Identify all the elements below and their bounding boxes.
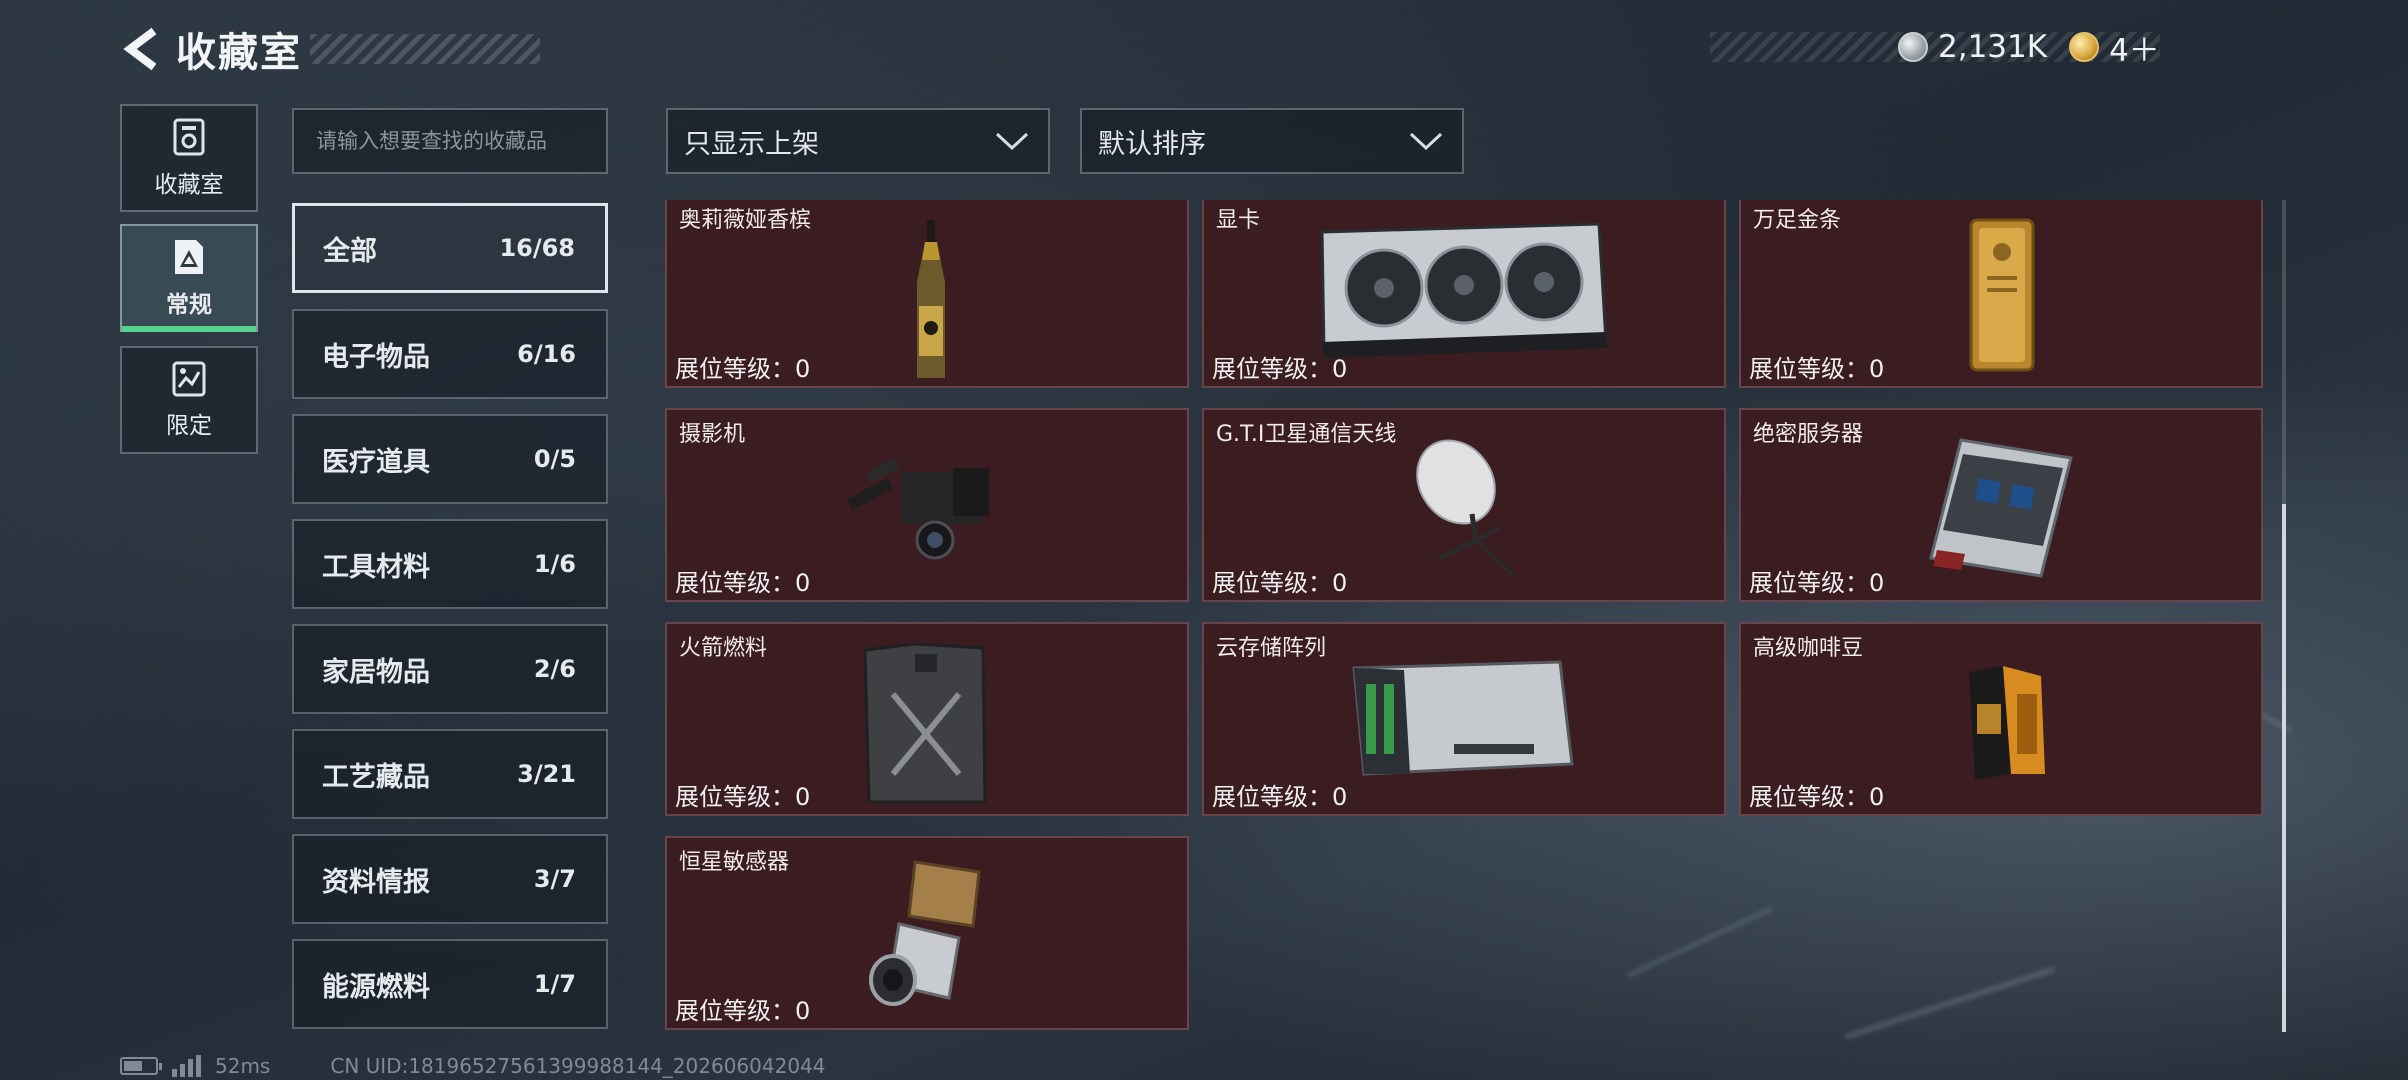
gold-currency-value: 4＋	[2109, 32, 2160, 69]
item-name: 火箭燃料	[679, 636, 768, 661]
battery-icon	[120, 1057, 162, 1075]
item-name: 万足金条	[1753, 208, 1842, 233]
category-name: 医疗道具	[322, 446, 430, 478]
category-count: 0/5	[533, 445, 576, 473]
category-crafts[interactable]: 工艺藏品 3/21	[292, 729, 608, 819]
category-count: 6/16	[517, 340, 576, 368]
category-name: 工具材料	[322, 551, 430, 583]
item-name: 摄影机	[679, 422, 746, 447]
category-count: 1/6	[533, 550, 576, 578]
status-bar: 52ms CN UID:18196527561399988144_2026060…	[120, 1054, 826, 1078]
listed-filter-dropdown[interactable]: 只显示上架	[666, 108, 1050, 174]
collection-card[interactable]: 万足金条 展位等级：0	[1739, 200, 2263, 388]
collection-card[interactable]: 恒星敏感器 展位等级：0	[665, 836, 1189, 1030]
silver-currency[interactable]: 2,131K	[1898, 29, 2047, 65]
item-name: 恒星敏感器	[679, 850, 790, 875]
display-level-label: 展位等级：0	[1212, 783, 1348, 811]
category-name: 电子物品	[322, 341, 430, 373]
page-header: 收藏室	[118, 22, 540, 76]
display-level-label: 展位等级：0	[1749, 569, 1885, 597]
category-name: 家居物品	[322, 656, 430, 688]
currency-bar: 2,131K 4＋	[1709, 25, 2160, 70]
side-tab-label: 限定	[166, 413, 212, 439]
page-title: 收藏室	[176, 30, 302, 76]
collection-grid[interactable]: 奥莉薇娅香槟 展位等级：0 显卡 展位等级：0 万足金条 展位等级：0 摄影机 …	[665, 200, 2265, 1040]
category-tools[interactable]: 工具材料 1/6	[292, 519, 608, 609]
collection-card[interactable]: 奥莉薇娅香槟 展位等级：0	[665, 200, 1189, 388]
category-count: 1/7	[533, 970, 576, 998]
collection-card[interactable]: 显卡 展位等级：0	[1202, 200, 1726, 388]
back-button[interactable]	[118, 22, 166, 76]
listed-filter-value: 只显示上架	[684, 128, 819, 160]
collection-card[interactable]: G.T.I卫星通信天线 展位等级：0	[1202, 408, 1726, 602]
uid-text: CN UID:18196527561399988144_202606042044	[330, 1054, 826, 1078]
regular-icon	[175, 240, 203, 274]
collection-room-icon	[173, 118, 205, 156]
back-arrow-icon	[123, 27, 157, 71]
display-level-label: 展位等级：0	[1212, 569, 1348, 597]
category-name: 资料情报	[322, 866, 430, 898]
collection-card[interactable]: 火箭燃料 展位等级：0	[665, 622, 1189, 816]
side-tab-regular[interactable]: 常规	[120, 224, 258, 332]
category-all[interactable]: 全部 16/68	[292, 203, 608, 293]
scrollbar-thumb[interactable]	[2282, 504, 2286, 1032]
category-electronics[interactable]: 电子物品 6/16	[292, 309, 608, 399]
item-name: 奥莉薇娅香槟	[679, 208, 812, 233]
category-name: 工艺藏品	[322, 761, 430, 793]
item-name: 显卡	[1216, 208, 1261, 233]
gold-currency[interactable]: 4＋	[2069, 25, 2160, 70]
title-decoration	[310, 34, 540, 64]
silver-coin-icon	[1898, 32, 1928, 62]
sort-value: 默认排序	[1098, 128, 1206, 160]
display-level-label: 展位等级：0	[1749, 355, 1885, 383]
side-tab-label: 常规	[166, 292, 212, 318]
display-level-label: 展位等级：0	[675, 783, 811, 811]
category-name: 能源燃料	[322, 971, 430, 1003]
category-household[interactable]: 家居物品 2/6	[292, 624, 608, 714]
display-level-label: 展位等级：0	[675, 355, 811, 383]
category-name: 全部	[323, 235, 377, 267]
silver-currency-value: 2,131K	[1938, 29, 2048, 65]
category-intel[interactable]: 资料情报 3/7	[292, 834, 608, 924]
category-count: 3/7	[533, 865, 576, 893]
category-count: 2/6	[533, 655, 576, 683]
sort-dropdown[interactable]: 默认排序	[1080, 108, 1464, 174]
side-tab-limited[interactable]: 限定	[120, 346, 258, 454]
chevron-down-icon	[995, 132, 1029, 151]
display-level-label: 展位等级：0	[1212, 355, 1348, 383]
ping-value: 52ms	[215, 1054, 271, 1078]
category-medical[interactable]: 医疗道具 0/5	[292, 414, 608, 504]
item-name: G.T.I卫星通信天线	[1216, 422, 1397, 447]
collection-card[interactable]: 云存储阵列 展位等级：0	[1202, 622, 1726, 816]
limited-icon	[172, 361, 206, 397]
item-name: 云存储阵列	[1216, 636, 1327, 661]
display-level-label: 展位等级：0	[1749, 783, 1885, 811]
display-level-label: 展位等级：0	[675, 569, 811, 597]
category-energy[interactable]: 能源燃料 1/7	[292, 939, 608, 1029]
gold-coin-icon	[2069, 32, 2100, 62]
chevron-down-icon	[1409, 132, 1443, 151]
category-count: 3/21	[517, 760, 576, 788]
item-name: 绝密服务器	[1753, 422, 1864, 447]
collection-card[interactable]: 绝密服务器 展位等级：0	[1739, 408, 2263, 602]
side-tab-label: 收藏室	[154, 172, 224, 198]
search-input[interactable]	[292, 108, 608, 174]
item-name: 高级咖啡豆	[1753, 636, 1864, 661]
category-count: 16/68	[499, 234, 575, 262]
display-level-label: 展位等级：0	[675, 997, 811, 1025]
side-tab-collection-room[interactable]: 收藏室	[120, 104, 258, 212]
signal-icon	[172, 1055, 201, 1077]
collection-card[interactable]: 高级咖啡豆 展位等级：0	[1739, 622, 2263, 816]
collection-card[interactable]: 摄影机 展位等级：0	[665, 408, 1189, 602]
